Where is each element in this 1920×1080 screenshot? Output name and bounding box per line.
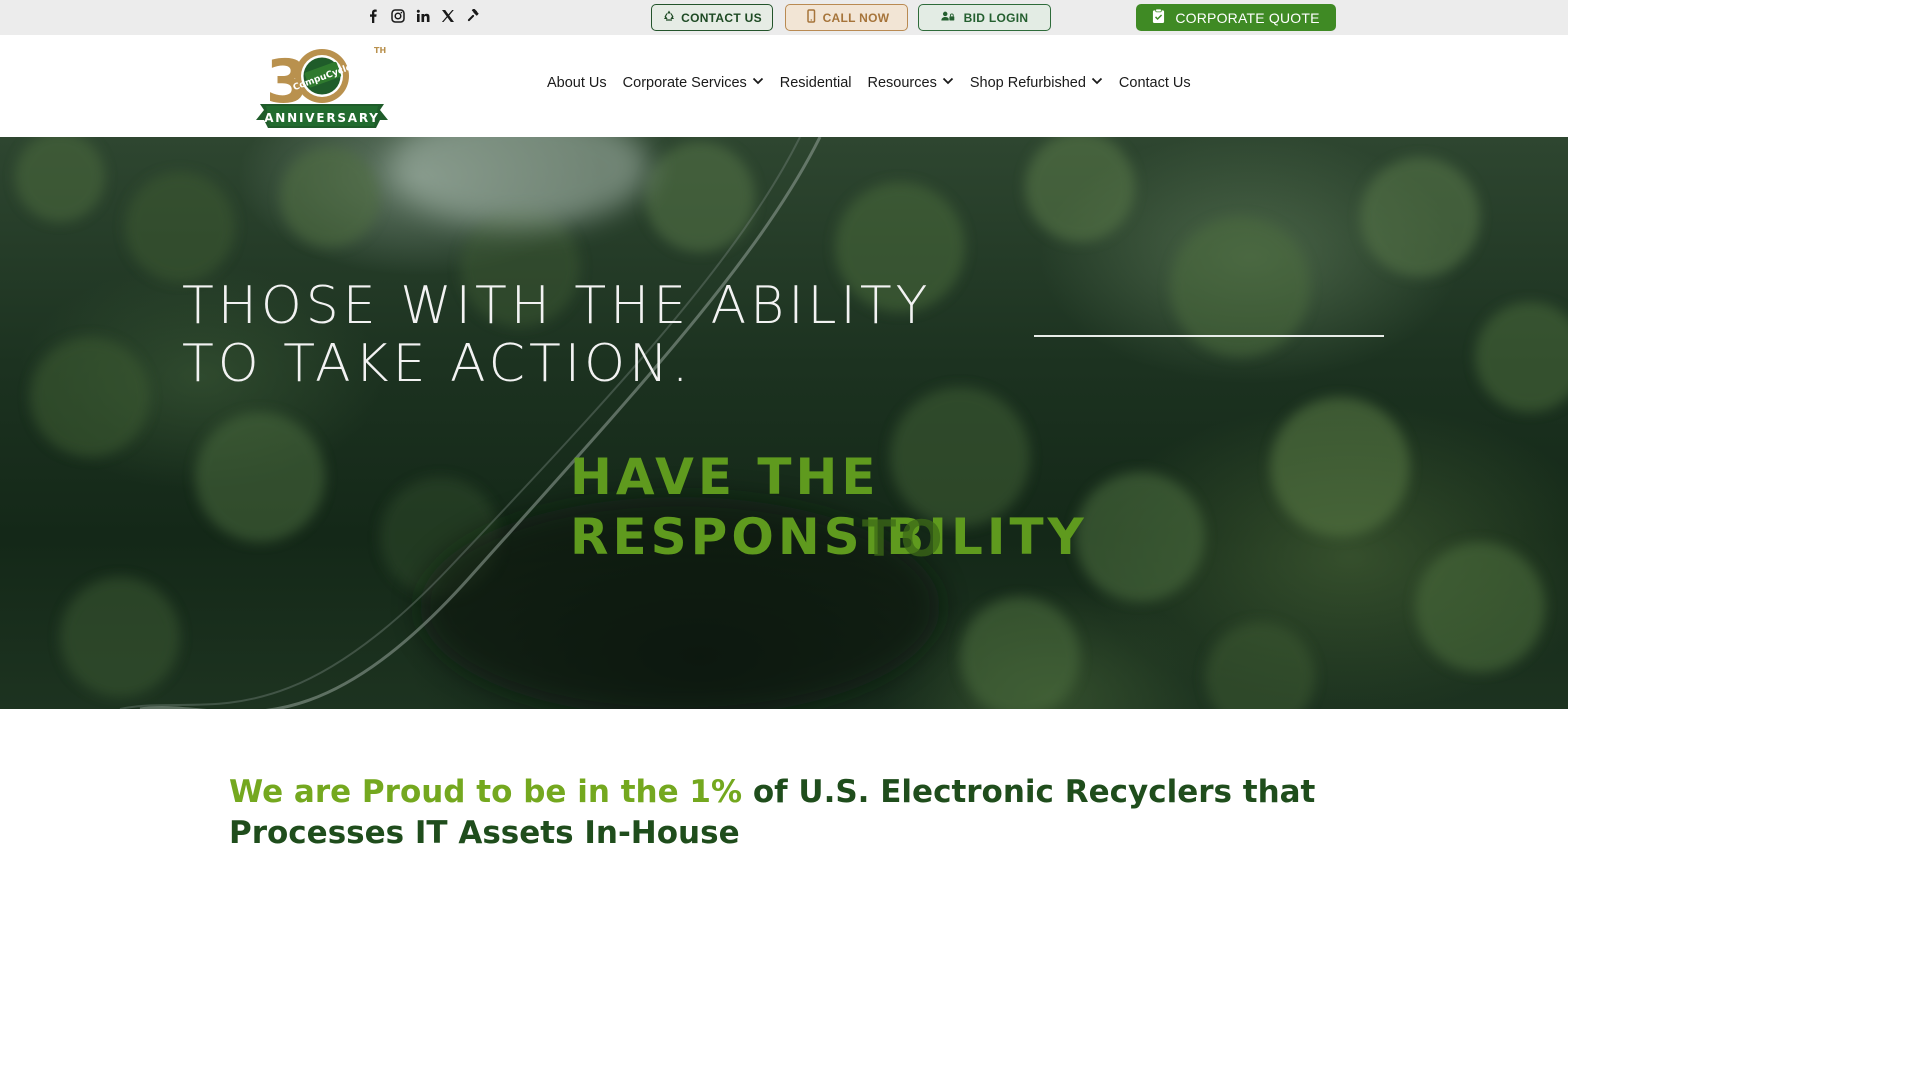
- forest-aerial-image: [15, 137, 1568, 709]
- recycle-icon: [662, 9, 676, 26]
- corporate-quote-button[interactable]: CORPORATE QUOTE: [1136, 4, 1336, 31]
- gavel-icon[interactable]: [464, 6, 481, 25]
- intro-heading: We are Proud to be in the 1% of U.S. Ele…: [229, 772, 1339, 854]
- social-links: [364, 6, 481, 25]
- clipboard-check-icon: [1152, 8, 1165, 27]
- user-lock-icon: [940, 9, 955, 26]
- nav-about-us-label: About Us: [547, 75, 607, 91]
- top-utility-bar: CONTACT US CALL NOW BID LOGIN CORPORATE …: [0, 0, 1568, 35]
- chevron-down-icon: [942, 75, 954, 91]
- nav-contact-us[interactable]: Contact Us: [1119, 75, 1191, 91]
- hero-subtitle-line-2: TO: [862, 510, 947, 568]
- hero-title-line-2: TO TAKE ACTION.: [182, 334, 693, 394]
- nav-about-us[interactable]: About Us: [547, 75, 607, 91]
- hero-banner: THOSE WITH THE ABILITY TO TAKE ACTION. H…: [0, 137, 1568, 709]
- x-icon[interactable]: [439, 6, 456, 25]
- nav-resources-label: Resources: [867, 75, 937, 91]
- nav-contact-us-label: Contact Us: [1118, 75, 1191, 91]
- hero-divider-line: [1034, 335, 1384, 337]
- contact-us-label: CONTACT US: [681, 10, 762, 25]
- phone-icon: [804, 9, 818, 26]
- main-navigation: About Us Corporate Services Residential …: [547, 75, 1191, 91]
- call-now-button[interactable]: CALL NOW: [785, 4, 908, 31]
- contact-us-button[interactable]: CONTACT US: [651, 4, 773, 31]
- bid-login-label: BID LOGIN: [963, 10, 1029, 25]
- call-now-label: CALL NOW: [822, 10, 890, 25]
- chevron-down-icon: [752, 75, 764, 91]
- intro-accent-text: We are Proud to be in the 1%: [229, 774, 743, 810]
- hero-subtitle-line-1: HAVE THE RESPONSIBILITY: [570, 448, 1088, 566]
- facebook-icon[interactable]: [364, 6, 381, 25]
- nav-shop-refurbished-label: Shop Refurbished: [969, 75, 1086, 91]
- hero-title-line-1: THOSE WITH THE ABILITY: [182, 276, 932, 336]
- nav-corporate-services[interactable]: Corporate Services: [623, 75, 764, 91]
- hero-title: THOSE WITH THE ABILITY TO TAKE ACTION.: [182, 277, 982, 393]
- corporate-quote-label: CORPORATE QUOTE: [1175, 9, 1320, 26]
- nav-shop-refurbished[interactable]: Shop Refurbished: [970, 75, 1103, 91]
- nav-resources[interactable]: Resources: [868, 75, 954, 91]
- nav-corporate-services-label: Corporate Services: [622, 75, 747, 91]
- linkedin-icon[interactable]: [414, 6, 431, 25]
- compucycle-logo[interactable]: 3 CompuCycle TH ANNIVERSARY: [252, 40, 392, 132]
- bid-login-button[interactable]: BID LOGIN: [918, 4, 1051, 31]
- nav-residential[interactable]: Residential: [780, 75, 852, 91]
- site-header: 3 CompuCycle TH ANNIVERSARY About Us Cor…: [0, 35, 1568, 137]
- svg-text:TH: TH: [374, 46, 386, 55]
- nav-residential-label: Residential: [779, 75, 852, 91]
- instagram-icon[interactable]: [389, 6, 406, 25]
- logo-ribbon-text: ANNIVERSARY: [264, 111, 380, 125]
- chevron-down-icon: [1091, 75, 1103, 91]
